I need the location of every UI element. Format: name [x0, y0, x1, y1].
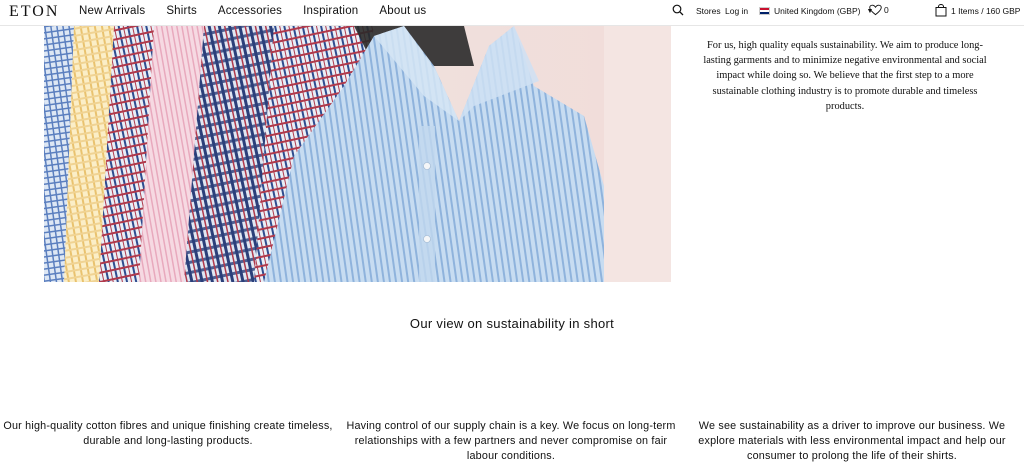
sustainability-intro-text: For us, high quality equals sustainabili… [703, 40, 987, 112]
main-nav: New Arrivals Shirts Accessories Inspirat… [79, 5, 447, 17]
eton-logo[interactable]: ETON [9, 3, 59, 21]
heart-icon [869, 4, 882, 16]
site-header: ETON New Arrivals Shirts Accessories Ins… [0, 0, 1024, 26]
section-title: Our view on sustainability in short [409, 316, 615, 331]
hero-image-shirts [44, 26, 671, 282]
stores-link[interactable]: Stores [696, 6, 721, 16]
search-icon[interactable] [672, 4, 686, 18]
wishlist-count: 0 [884, 5, 889, 15]
nav-inspiration[interactable]: Inspiration [303, 5, 358, 17]
nav-accessories[interactable]: Accessories [218, 5, 282, 17]
pillar-supply-chain-text: Having control of our supply chain is a … [346, 420, 676, 462]
nav-new-arrivals[interactable]: New Arrivals [79, 5, 145, 17]
nav-shirts[interactable]: Shirts [166, 5, 197, 17]
country-label: United Kingdom (GBP) [774, 6, 861, 16]
cart-button[interactable]: 1 Items / 160 GBP [935, 4, 1020, 17]
login-link[interactable]: Log in [725, 6, 748, 16]
pillar-quality-text: Our high-quality cotton fibres and uniqu… [3, 420, 333, 447]
pillar-driver-text: We see sustainability as a driver to imp… [698, 420, 1006, 462]
wishlist-button[interactable]: 0 [869, 4, 889, 16]
country-selector[interactable]: United Kingdom (GBP) ▼ [759, 6, 873, 16]
uk-flag-icon [759, 7, 770, 15]
nav-about-us[interactable]: About us [379, 5, 426, 17]
bag-icon [935, 4, 947, 17]
cart-summary: 1 Items / 160 GBP [951, 5, 1021, 16]
